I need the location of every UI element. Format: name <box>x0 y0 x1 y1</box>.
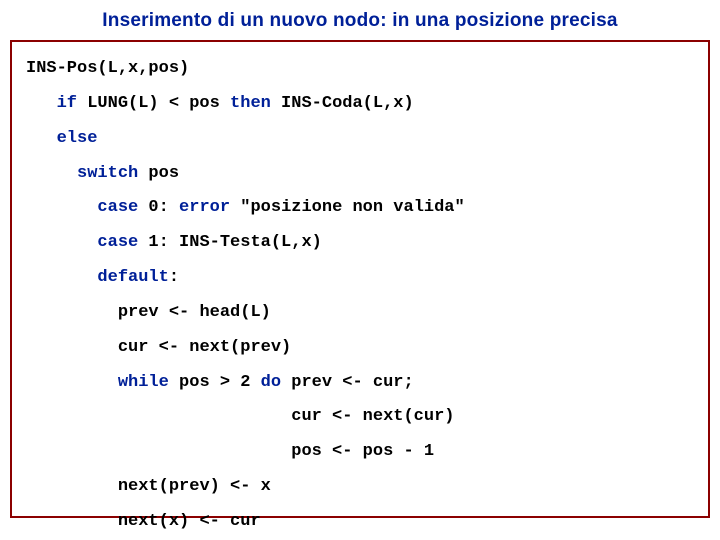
code-text: LUNG(L) < pos <box>77 94 230 113</box>
keyword-case: case <box>97 198 138 217</box>
code-text: cur <- next(cur) <box>291 407 454 426</box>
code-line: if LUNG(L) < pos then INS-Coda(L,x) <box>26 87 694 122</box>
slide: Inserimento di un nuovo nodo: in una pos… <box>0 0 720 540</box>
keyword-error: error <box>179 198 230 217</box>
keyword-switch: switch <box>77 164 138 183</box>
code-line: switch pos <box>26 157 694 192</box>
code-text: prev <- head(L) <box>118 303 271 322</box>
code-line: case 1: INS-Testa(L,x) <box>26 226 694 261</box>
code-text: pos <box>138 164 179 183</box>
code-text: pos <- pos - 1 <box>291 442 434 461</box>
code-line: cur <- next(cur) <box>26 400 694 435</box>
code-line: default: <box>26 261 694 296</box>
code-text: next(x) <- cur <box>118 512 261 531</box>
code-text: prev <- cur; <box>281 373 414 392</box>
code-text: 1: INS-Testa(L,x) <box>138 233 322 252</box>
code-line: cur <- next(prev) <box>26 331 694 366</box>
keyword-do: do <box>261 373 281 392</box>
code-line: prev <- head(L) <box>26 296 694 331</box>
code-text: pos > 2 <box>169 373 261 392</box>
code-text: 0: <box>138 198 179 217</box>
keyword-if: if <box>57 94 77 113</box>
code-line: INS-Pos(L,x,pos) <box>26 52 694 87</box>
code-text: "posizione non valida" <box>230 198 465 217</box>
slide-title: Inserimento di un nuovo nodo: in una pos… <box>0 10 720 32</box>
code-text: cur <- next(prev) <box>118 338 291 357</box>
keyword-while: while <box>118 373 169 392</box>
code-text: INS-Coda(L,x) <box>271 94 414 113</box>
code-text: : <box>169 268 179 287</box>
code-line: while pos > 2 do prev <- cur; <box>26 366 694 401</box>
code-line: next(x) <- cur <box>26 505 694 540</box>
keyword-case: case <box>97 233 138 252</box>
code-line: next(prev) <- x <box>26 470 694 505</box>
code-text: next(prev) <- x <box>118 477 271 496</box>
keyword-default: default <box>97 268 168 287</box>
keyword-then: then <box>230 94 271 113</box>
code-line: pos <- pos - 1 <box>26 435 694 470</box>
code-line: case 0: error "posizione non valida" <box>26 191 694 226</box>
code-box: INS-Pos(L,x,pos) if LUNG(L) < pos then I… <box>10 40 710 518</box>
code-line: else <box>26 122 694 157</box>
keyword-else: else <box>57 129 98 148</box>
